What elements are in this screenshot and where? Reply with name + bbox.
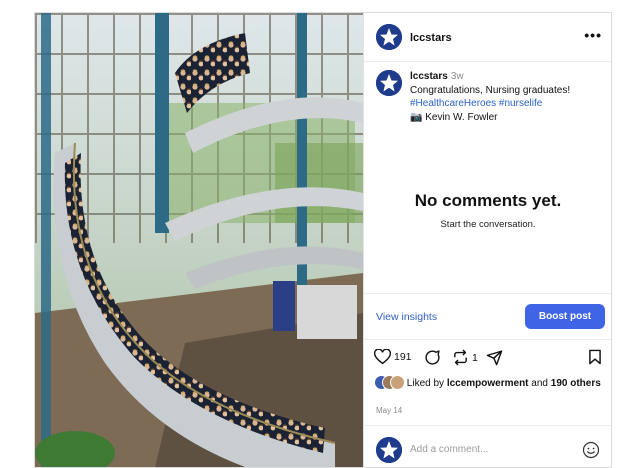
commenter-avatar	[376, 437, 402, 463]
caption-text: Congratulations, Nursing graduates!	[410, 84, 571, 96]
share-action[interactable]	[486, 349, 503, 366]
caption-hashtags[interactable]: #HealthcareHeroes #nurselife	[410, 97, 606, 111]
bookmark-action[interactable]	[588, 349, 602, 365]
post-details-panel: lccstars ••• lccstars 3w Congratulations,…	[363, 13, 611, 467]
star-logo-icon	[376, 437, 402, 463]
add-comment-row: Add a comment...	[364, 431, 611, 467]
heart-icon[interactable]	[374, 349, 391, 365]
comment-icon[interactable]	[424, 349, 441, 366]
post-photo[interactable]	[35, 13, 363, 467]
more-dots-icon[interactable]: •••	[584, 27, 602, 43]
header-username[interactable]: lccstars	[410, 32, 452, 44]
divider	[364, 339, 611, 340]
bookmark-icon[interactable]	[588, 349, 602, 365]
post-time: 3w	[450, 71, 464, 82]
graduates-staircase-image	[35, 13, 363, 467]
liked-by-row: Liked by lccempowerment and 190 others	[374, 375, 606, 391]
comment-action[interactable]	[424, 349, 441, 366]
post-header: lccstars •••	[364, 13, 611, 62]
post-date[interactable]: May 14	[376, 406, 402, 415]
boost-post-button[interactable]: Boost post	[525, 304, 605, 329]
post-caption: lccstars 3w Congratulations, Nursing grad…	[410, 70, 606, 124]
caption-avatar[interactable]	[376, 70, 402, 96]
divider	[364, 293, 611, 294]
divider	[364, 425, 611, 426]
like-count: 191	[394, 351, 412, 363]
repost-action[interactable]: 1	[452, 349, 478, 366]
post-card: lccstars ••• lccstars 3w Congratulations,…	[34, 12, 612, 468]
liked-by-others[interactable]: 190 others	[551, 378, 601, 389]
avatar	[390, 375, 405, 390]
comment-input[interactable]: Add a comment...	[410, 444, 488, 455]
star-logo-icon	[376, 70, 402, 96]
liked-by-prefix: Liked by	[406, 378, 445, 389]
caption-username[interactable]: lccstars	[410, 71, 448, 82]
no-comments-subtitle: Start the conversation.	[440, 219, 536, 230]
photo-credit: 📷 Kevin W. Fowler	[410, 111, 498, 123]
repost-icon[interactable]	[452, 349, 469, 366]
star-logo-icon	[376, 24, 402, 50]
no-comments-title: No comments yet.	[414, 191, 562, 210]
share-icon[interactable]	[486, 349, 503, 366]
liked-by-user[interactable]: lccempowerment	[447, 378, 529, 389]
action-bar: 191 1	[374, 349, 604, 371]
liker-avatars[interactable]	[374, 375, 405, 390]
avatar[interactable]	[376, 24, 402, 50]
like-action[interactable]: 191	[374, 349, 412, 365]
view-insights-link[interactable]: View insights	[376, 311, 437, 323]
emoji-icon[interactable]	[582, 441, 600, 459]
liked-by-and: and	[531, 378, 548, 389]
repost-count: 1	[472, 351, 478, 364]
